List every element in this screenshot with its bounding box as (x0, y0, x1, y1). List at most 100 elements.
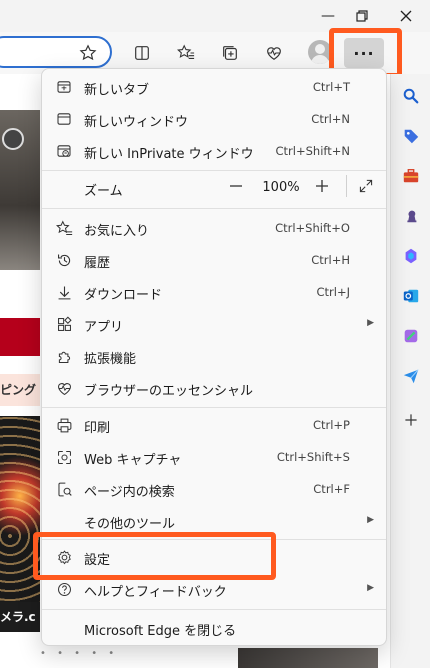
menu-item-print[interactable]: 印刷 Ctrl+P (42, 410, 386, 440)
settings-and-more-menu: 新しいタブ Ctrl+T 新しいウィンドウ Ctrl+N 新しい InPriva… (41, 68, 387, 646)
paper-plane-icon (403, 369, 419, 384)
menu-item-new-inprivate-window[interactable]: 新しい InPrivate ウィンドウ Ctrl+Shift+N (42, 136, 386, 166)
settings-and-more-button[interactable]: ··· (344, 38, 384, 68)
menu-item-label: アプリ (84, 320, 124, 335)
title-bar: — (0, 0, 430, 32)
zoom-divider (346, 175, 347, 197)
restore-button[interactable] (344, 4, 380, 28)
zoom-value: 100% (262, 180, 300, 195)
sidebar-tools-button[interactable] (397, 162, 425, 190)
edge-sidebar (390, 74, 430, 668)
menu-separator (42, 170, 386, 171)
add-favorite-button[interactable] (74, 39, 102, 67)
menu-item-label: Web キャプチャ (84, 453, 182, 468)
menu-item-extensions[interactable]: 拡張機能 (42, 341, 386, 371)
menu-item-label: ダウンロード (84, 288, 163, 303)
sidebar-outlook-button[interactable] (397, 282, 425, 310)
copilot-icon (405, 248, 417, 264)
menu-item-more-tools[interactable]: その他のツール ▶ (42, 506, 386, 536)
find-icon (54, 479, 74, 499)
menu-item-downloads[interactable]: ダウンロード Ctrl+J (42, 277, 386, 307)
zoom-in-button[interactable] (308, 172, 336, 200)
menu-item-web-capture[interactable]: Web キャプチャ Ctrl+Shift+S (42, 442, 386, 472)
menu-item-label: 拡張機能 (84, 352, 137, 367)
submenu-arrow-icon: ▶ (367, 318, 374, 328)
favorites-bar-icon (177, 44, 195, 59)
sidebar-designer-button[interactable] (397, 322, 425, 350)
submenu-arrow-icon: ▶ (367, 515, 374, 525)
menu-item-favorites[interactable]: お気に入り Ctrl+Shift+O (42, 213, 386, 243)
profile-avatar[interactable] (308, 40, 332, 64)
split-screen-button[interactable] (128, 39, 156, 67)
settings-icon (54, 547, 74, 567)
menu-item-settings[interactable]: 設定 (42, 542, 386, 572)
collections-icon (223, 46, 237, 60)
favorites-button[interactable] (172, 39, 200, 67)
toolbox-icon (403, 169, 419, 183)
page-band-text: ピング (0, 374, 40, 406)
menu-item-label: ヘルプとフィードバック (84, 585, 227, 600)
menu-item-label: 印刷 (84, 421, 111, 436)
outlook-icon (403, 289, 419, 303)
minus-icon (230, 185, 242, 187)
menu-separator (42, 208, 386, 209)
browser-essentials-button[interactable] (260, 39, 288, 67)
menu-item-shortcut: Ctrl+N (311, 112, 350, 126)
carousel-dots[interactable]: • • • • • (40, 648, 118, 659)
menu-separator (42, 407, 386, 408)
menu-item-shortcut: Ctrl+Shift+S (276, 450, 350, 464)
heart-pulse-icon (267, 47, 281, 60)
full-screen-button[interactable] (352, 172, 380, 200)
menu-item-label: その他のツール (84, 517, 176, 532)
menu-item-label: ページ内の検索 (84, 485, 175, 500)
collections-button[interactable] (216, 39, 244, 67)
menu-item-label: お気に入り (84, 224, 150, 239)
zoom-label: ズーム (84, 184, 123, 199)
sidebar-search-button[interactable] (397, 82, 425, 110)
menu-item-shortcut: Ctrl+P (312, 418, 350, 432)
sidebar-shopping-button[interactable] (397, 122, 425, 150)
menu-item-close-edge[interactable]: Microsoft Edge を閉じる (42, 613, 386, 643)
menu-item-history[interactable]: 履歴 Ctrl+H (42, 245, 386, 275)
close-window-button[interactable] (388, 4, 424, 28)
menu-item-new-window[interactable]: 新しいウィンドウ Ctrl+N (42, 104, 386, 134)
submenu-arrow-icon: ▶ (367, 583, 374, 593)
web-capture-icon (54, 447, 74, 467)
menu-item-shortcut: Ctrl+J (316, 285, 351, 299)
menu-item-label: 履歴 (84, 256, 111, 271)
menu-item-find-on-page[interactable]: ページ内の検索 Ctrl+F (42, 474, 386, 504)
favorites-icon (54, 218, 74, 238)
menu-item-label: 新しいタブ (84, 83, 150, 98)
sidebar-send-button[interactable] (397, 362, 425, 390)
menu-item-new-tab[interactable]: 新しいタブ Ctrl+T (42, 72, 386, 102)
menu-item-shortcut: Ctrl+Shift+N (275, 144, 350, 158)
zoom-out-button[interactable] (222, 172, 250, 200)
split-screen-icon (135, 46, 149, 60)
menu-item-label: 新しいウィンドウ (84, 115, 189, 130)
restore-icon (356, 10, 368, 22)
minimize-button[interactable]: — (310, 4, 346, 28)
sidebar-add-button[interactable] (397, 406, 425, 434)
sidebar-copilot-button[interactable] (397, 242, 425, 270)
page-dark-photo (0, 416, 40, 616)
chess-icon (407, 210, 417, 223)
menu-item-label: Microsoft Edge を閉じる (84, 624, 237, 639)
expand-icon (359, 179, 373, 193)
print-icon (54, 415, 74, 435)
page-camera-text: メラ.c (0, 602, 40, 632)
menu-item-apps[interactable]: アプリ ▶ (42, 309, 386, 339)
page-bottom-photo (238, 648, 378, 668)
sidebar-games-button[interactable] (397, 202, 425, 230)
extensions-icon (54, 346, 74, 366)
menu-item-shortcut: Ctrl+H (311, 253, 350, 267)
menu-item-label: 新しい InPrivate ウィンドウ (84, 147, 254, 162)
menu-item-help-and-feedback[interactable]: ヘルプとフィードバック ▶ (42, 574, 386, 604)
plus-icon (316, 180, 328, 192)
help-icon (54, 579, 74, 599)
star-icon (79, 44, 97, 61)
new-tab-icon (54, 77, 74, 97)
menu-item-browser-essentials[interactable]: ブラウザーのエッセンシャル (42, 373, 386, 403)
designer-icon (404, 329, 418, 343)
menu-separator (42, 539, 386, 540)
tag-icon (404, 129, 419, 144)
